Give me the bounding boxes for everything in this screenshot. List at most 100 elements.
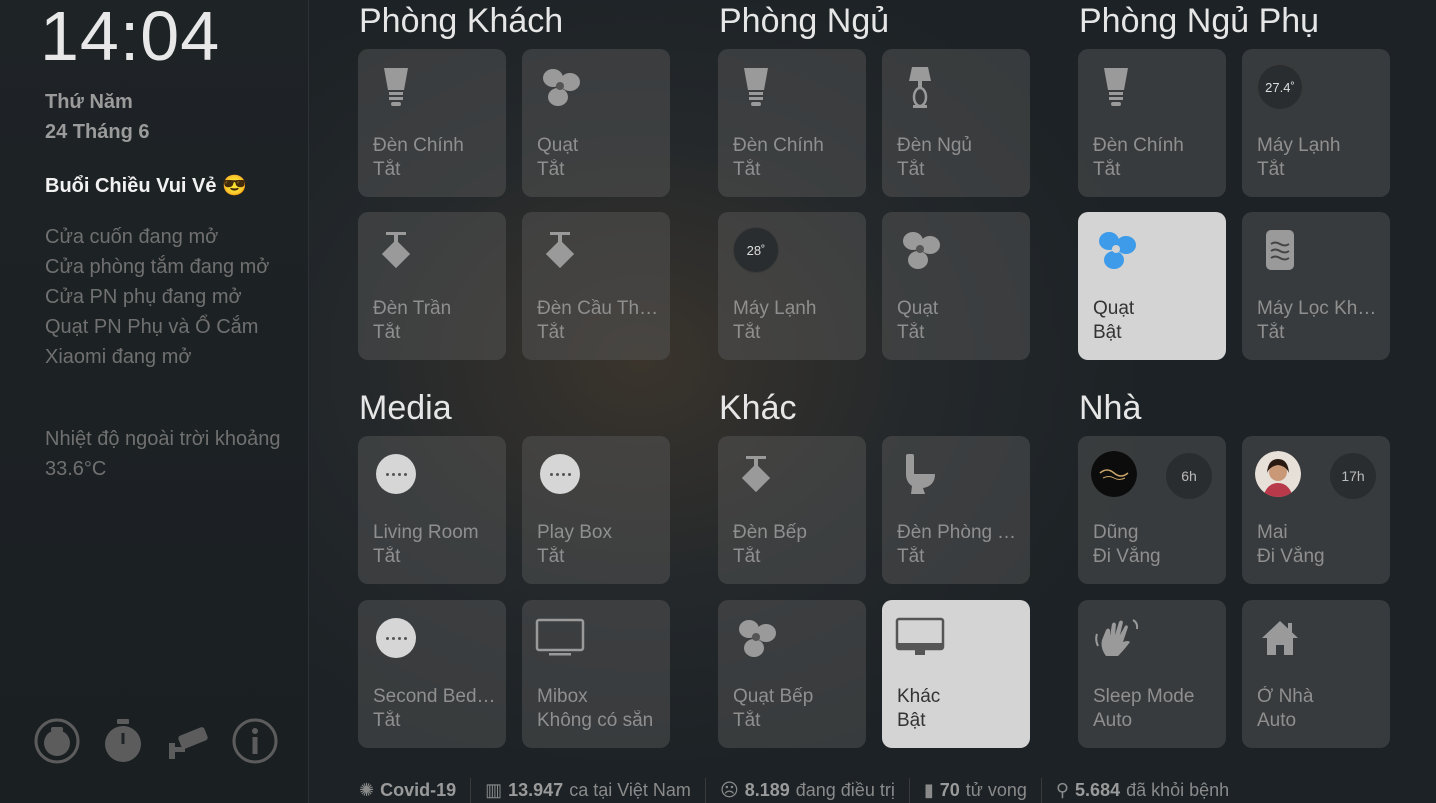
tile-nha-mai[interactable]: 17h Mai Đi Vắng: [1242, 436, 1390, 584]
footer-cases: ▥ 13.947 ca tại Việt Nam: [485, 778, 706, 803]
vacuum-robot-icon[interactable]: [32, 716, 82, 766]
tile-state: Tắt: [373, 710, 401, 731]
sunglasses-emoji-icon: 😎: [222, 175, 247, 197]
tile-name: Đèn Trần: [373, 298, 452, 319]
notice-item: Quạt PN Phụ và Ổ Cắm Xiaomi đang mở: [45, 316, 259, 368]
tile-phong-khach-quat[interactable]: Quạt Tắt: [522, 49, 670, 197]
away-hours-badge: 6h: [1166, 453, 1212, 499]
notices-list: Cửa cuốn đang mở Cửa phòng tắm đang mở C…: [45, 222, 285, 372]
footer-recovered: ⚲ 5.684 đã khỏi bệnh: [1056, 778, 1243, 803]
tile-phong-ngu-phu-may-loc-khong-khi[interactable]: Máy Lọc Không Khí Tắt: [1242, 212, 1390, 360]
treating-label: đang điều trị: [795, 780, 895, 800]
covid-label: Covid-19: [380, 780, 457, 800]
tile-name: Dũng: [1093, 522, 1139, 543]
tile-name: Đèn Phòng Tắm: [897, 522, 1022, 543]
bulb-icon: [731, 62, 781, 112]
tile-state: Tắt: [373, 159, 401, 180]
toilet-icon: [895, 449, 945, 499]
tile-state: Tắt: [733, 322, 761, 343]
section-title-khac: Khác: [719, 389, 797, 427]
monitor-icon: [895, 613, 945, 663]
recovered-count: 5.684: [1075, 780, 1121, 800]
bulb-icon: [1091, 62, 1141, 112]
footer-deaths: ▮ 70 tử vong: [924, 778, 1042, 803]
tile-name: Sleep Mode: [1093, 686, 1195, 707]
tile-khac-quat-bep[interactable]: Quạt Bếp Tắt: [718, 600, 866, 748]
tile-name: Quạt: [537, 135, 579, 156]
clock: 14:04: [40, 0, 221, 75]
section-title-phong-ngu-phu: Phòng Ngủ Phụ: [1079, 2, 1320, 40]
tile-state: Tắt: [373, 546, 401, 567]
tile-state: Tắt: [537, 546, 565, 567]
greeting-text: Buổi Chiều Vui Vẻ: [45, 175, 217, 197]
stopwatch-icon[interactable]: [98, 716, 148, 766]
tile-state: Tắt: [537, 322, 565, 343]
cases-count: 13.947: [508, 780, 564, 800]
tile-khac-khac[interactable]: Khác Bật: [882, 600, 1030, 748]
tile-name: Khác: [897, 686, 941, 707]
tile-media-mibox[interactable]: Mibox Không có sẵn: [522, 600, 670, 748]
tile-phong-ngu-phu-den-chinh[interactable]: Đèn Chính Tắt: [1078, 49, 1226, 197]
tile-phong-ngu-den-ngu[interactable]: Đèn Ngủ Tắt: [882, 49, 1030, 197]
more-dots-icon: [371, 449, 421, 499]
tile-name: Máy Lọc Không Khí: [1257, 298, 1382, 319]
tile-nha-o-nha[interactable]: Ở Nhà Auto: [1242, 600, 1390, 748]
tile-name: Quạt Bếp: [733, 686, 814, 707]
tile-state: Tắt: [1093, 159, 1121, 180]
section-title-phong-ngu: Phòng Ngủ: [719, 2, 890, 40]
tile-media-living-room[interactable]: Living Room Tắt: [358, 436, 506, 584]
info-icon[interactable]: [230, 716, 280, 766]
tile-khac-den-phong-tam[interactable]: Đèn Phòng Tắm Tắt: [882, 436, 1030, 584]
fan-icon: [535, 62, 585, 112]
tile-phong-ngu-phu-quat[interactable]: Quạt Bật: [1078, 212, 1226, 360]
virus-icon: ✺: [359, 780, 375, 800]
ceiling-light-icon: [371, 225, 421, 275]
tile-state: Tắt: [897, 322, 925, 343]
deaths-count: 70: [939, 780, 960, 800]
tile-phong-ngu-quat[interactable]: Quạt Tắt: [882, 212, 1030, 360]
thermostat-icon: 27.4˚: [1255, 62, 1305, 112]
tile-nha-dung[interactable]: 6h Dũng Đi Vắng: [1078, 436, 1226, 584]
section-title-media: Media: [359, 389, 452, 427]
more-dots-icon: [371, 613, 421, 663]
tile-state: Tắt: [733, 546, 761, 567]
tile-khac-den-bep[interactable]: Đèn Bếp Tắt: [718, 436, 866, 584]
tile-state: Tắt: [733, 710, 761, 731]
tile-phong-khach-den-tran[interactable]: Đèn Trần Tắt: [358, 212, 506, 360]
avatar-mai: [1255, 451, 1301, 497]
tile-state: Auto: [1093, 710, 1133, 731]
tile-name: Đèn Bếp: [733, 522, 807, 543]
deaths-label: tử vong: [965, 780, 1027, 800]
tile-name: Ở Nhà: [1257, 686, 1314, 707]
tile-state: Đi Vắng: [1093, 546, 1161, 567]
tile-nha-sleep-mode[interactable]: Sleep Mode Auto: [1078, 600, 1226, 748]
tile-media-second-bedroom[interactable]: Second Bedroom Tắt: [358, 600, 506, 748]
tile-phong-ngu-may-lanh[interactable]: 28˚ Máy Lạnh Tắt: [718, 212, 866, 360]
notice-item: Cửa PN phụ đang mở: [45, 286, 242, 308]
tile-name: Quạt: [1093, 298, 1135, 319]
tile-state: Tắt: [1257, 322, 1285, 343]
section-title-nha: Nhà: [1079, 389, 1142, 427]
fan-icon: [895, 225, 945, 275]
ceiling-light-icon: [535, 225, 585, 275]
greeting: Buổi Chiều Vui Vẻ 😎: [45, 173, 247, 198]
tile-state: Tắt: [373, 322, 401, 343]
security-camera-icon[interactable]: [164, 716, 214, 766]
wave-hand-icon: [1091, 613, 1141, 663]
day-name: Thứ Năm: [45, 91, 133, 113]
footer-covid: ✺ Covid-19: [359, 778, 472, 803]
tile-phong-ngu-den-chinh[interactable]: Đèn Chính Tắt: [718, 49, 866, 197]
bottom-icons: [32, 716, 280, 766]
footer-treating: ☹ 8.189 đang điều trị: [720, 778, 910, 803]
tile-name: Quạt: [897, 298, 939, 319]
weather-text: Nhiệt độ ngoài trời khoảng 33.6°C: [45, 428, 281, 480]
tile-phong-khach-den-chinh[interactable]: Đèn Chính Tắt: [358, 49, 506, 197]
tile-phong-ngu-phu-may-lanh[interactable]: 27.4˚ Máy Lạnh Tắt: [1242, 49, 1390, 197]
tile-phong-khach-den-cau-thang[interactable]: Đèn Cầu Thang Tắt: [522, 212, 670, 360]
tile-media-play-box[interactable]: Play Box Tắt: [522, 436, 670, 584]
temperature-badge: 27.4˚: [1257, 64, 1303, 110]
cases-label: ca tại Việt Nam: [569, 780, 691, 800]
notice-item: Cửa phòng tắm đang mở: [45, 256, 270, 278]
thermostat-icon: 28˚: [731, 225, 781, 275]
tile-name: Đèn Chính: [733, 135, 824, 156]
